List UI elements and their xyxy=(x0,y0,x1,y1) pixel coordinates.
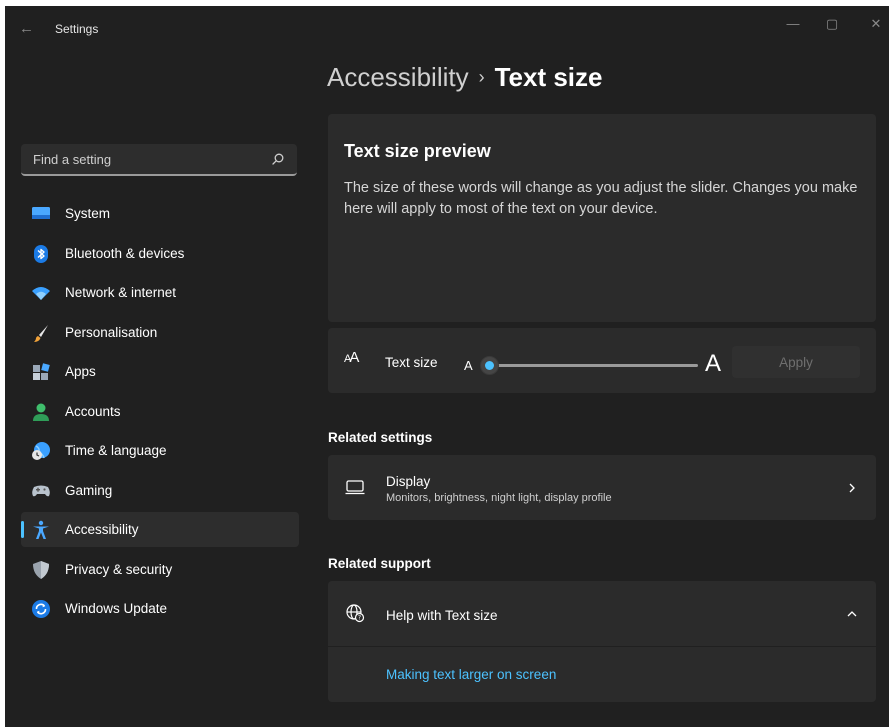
sidebar-item-label: Accounts xyxy=(65,403,121,419)
update-icon xyxy=(32,600,50,618)
search-box xyxy=(21,144,297,176)
bluetooth-icon xyxy=(34,244,48,263)
display-subtitle: Monitors, brightness, night light, displ… xyxy=(386,492,612,504)
preview-text: The size of these words will change as y… xyxy=(344,180,858,217)
sidebar-item-apps[interactable]: Apps xyxy=(21,354,299,389)
slider-min-label: A xyxy=(464,358,473,373)
sidebar-item-windows-update[interactable]: Windows Update xyxy=(21,591,299,626)
title-bar: ← Settings — ▢ ✕ xyxy=(5,6,889,50)
text-size-label: Text size xyxy=(385,355,438,370)
brush-icon xyxy=(34,324,48,342)
account-icon xyxy=(33,403,49,421)
shield-icon xyxy=(33,560,49,579)
page-title: Text size xyxy=(494,62,603,92)
settings-window: ← Settings — ▢ ✕ System Bluetooth & devi… xyxy=(5,6,889,727)
help-title: Help with Text size xyxy=(386,608,498,623)
sidebar-item-label: Windows Update xyxy=(65,601,168,616)
breadcrumb-separator: › xyxy=(478,67,485,87)
sidebar-item-accounts[interactable]: Accounts xyxy=(21,394,299,429)
sidebar-item-gaming[interactable]: Gaming xyxy=(21,473,299,508)
text-size-slider-thumb[interactable] xyxy=(480,356,499,375)
chevron-right-icon xyxy=(849,483,855,493)
globe-help-icon: ? xyxy=(346,604,365,623)
svg-text:?: ? xyxy=(358,615,361,622)
sidebar-item-accessibility[interactable]: Accessibility xyxy=(21,512,299,547)
minimize-button[interactable]: — xyxy=(781,14,805,34)
sidebar-item-bluetooth[interactable]: Bluetooth & devices xyxy=(21,236,299,271)
preview-title: Text size preview xyxy=(344,141,491,161)
accessibility-icon xyxy=(33,520,49,539)
monitor-icon xyxy=(345,480,365,495)
help-expander-body: Making text larger on screen xyxy=(328,647,876,702)
display-settings-link[interactable]: Display Monitors, brightness, night ligh… xyxy=(328,455,876,520)
search-icon[interactable] xyxy=(271,152,285,166)
sidebar-item-label: Accessibility xyxy=(65,522,139,537)
back-button[interactable]: ← xyxy=(19,19,39,39)
related-settings-heading: Related settings xyxy=(328,430,433,445)
sidebar-item-label: Gaming xyxy=(65,482,113,498)
sidebar-item-time-language[interactable]: Time & language xyxy=(21,433,299,468)
text-size-preview-card: Text size preview The size of these word… xyxy=(328,114,876,322)
breadcrumb-parent[interactable]: Accessibility xyxy=(327,62,469,92)
help-expander-header[interactable]: ? Help with Text size xyxy=(328,581,876,646)
close-button[interactable]: ✕ xyxy=(864,14,888,34)
display-title: Display xyxy=(386,474,431,489)
wifi-icon xyxy=(32,287,50,300)
sidebar-item-label: Time & language xyxy=(65,443,167,458)
app-title: Settings xyxy=(55,22,99,36)
making-text-larger-link[interactable]: Making text larger on screen xyxy=(386,667,556,682)
sidebar-item-personalisation[interactable]: Personalisation xyxy=(21,315,299,350)
sidebar-item-label: Privacy & security xyxy=(65,561,173,577)
sidebar-item-system[interactable]: System xyxy=(21,196,299,231)
apps-icon xyxy=(33,363,50,380)
related-support-heading: Related support xyxy=(328,556,431,571)
sidebar-item-label: System xyxy=(65,206,111,221)
sidebar-item-label: Network & internet xyxy=(65,285,177,300)
sidebar-item-label: Bluetooth & devices xyxy=(65,245,185,261)
text-size-icon: AA xyxy=(344,349,359,366)
sidebar-item-privacy[interactable]: Privacy & security xyxy=(21,552,299,587)
sidebar-item-network[interactable]: Network & internet xyxy=(21,275,299,310)
sidebar-item-label: Apps xyxy=(65,364,96,379)
gamepad-icon xyxy=(32,485,50,496)
text-size-slider-track[interactable] xyxy=(484,364,698,367)
chevron-up-icon xyxy=(847,611,857,617)
system-icon xyxy=(32,207,50,219)
maximize-button[interactable]: ▢ xyxy=(820,14,844,34)
apply-button[interactable]: Apply xyxy=(732,346,860,378)
search-input[interactable] xyxy=(21,144,261,174)
text-size-card: AA Text size A A Apply xyxy=(328,328,876,393)
sidebar-nav: System Bluetooth & devices Network & int… xyxy=(21,196,299,631)
slider-max-label: A xyxy=(705,350,722,377)
globe-clock-icon xyxy=(32,442,50,460)
breadcrumb: Accessibility › Text size xyxy=(327,62,603,93)
sidebar-item-label: Personalisation xyxy=(65,324,158,340)
